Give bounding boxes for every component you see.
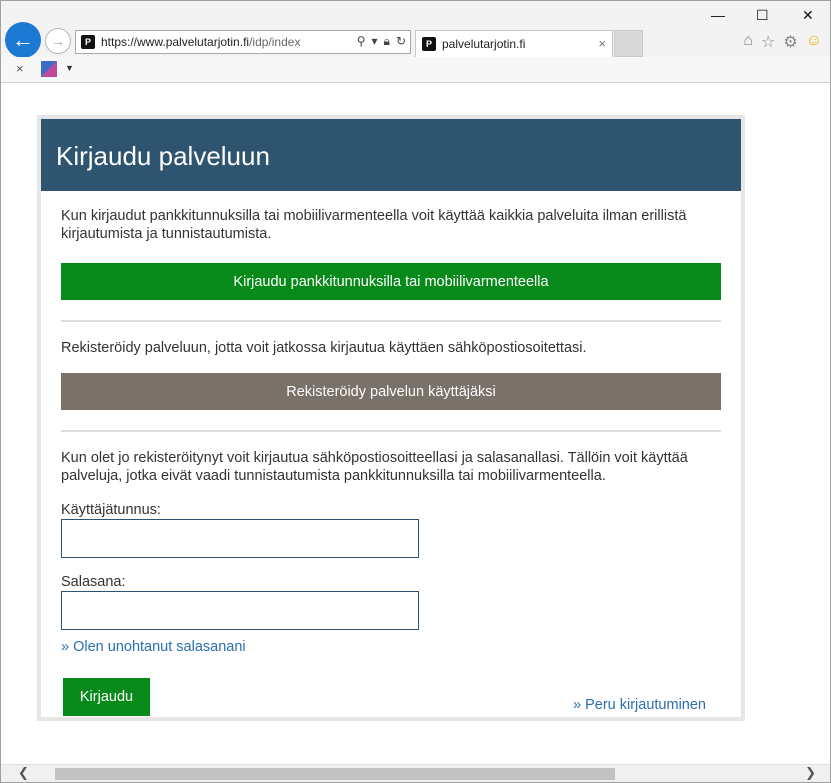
refresh-icon[interactable]: ↻ [396,34,406,49]
bank-login-button[interactable]: Kirjaudu pankkitunnuksilla tai mobiiliva… [61,263,721,300]
forward-button[interactable]: → [45,28,71,54]
intro-text: Kun kirjaudut pankkitunnuksilla tai mobi… [61,208,687,242]
divider [61,430,721,432]
browser-window: — ☐ ✕ ← → P https://www.palvelutarjotin.… [0,0,831,783]
gear-icon[interactable]: ⚙ [783,32,797,52]
new-tab-button[interactable] [614,30,643,57]
divider [61,320,721,322]
login-button[interactable]: Kirjaudu [63,678,150,716]
site-favicon-icon: P [81,35,95,49]
page-title: Kirjaudu palveluun [41,119,741,191]
page-content: Kirjaudu palveluun Kun kirjaudut pankkit… [1,84,830,764]
back-button[interactable]: ← [5,22,41,58]
close-window-button[interactable]: ✕ [802,7,814,24]
tab-close-icon[interactable]: × [598,36,606,51]
register-text: Rekisteröidy palveluun, jotta voit jatko… [61,340,587,356]
maximize-button[interactable]: ☐ [756,7,769,24]
scroll-right-icon[interactable]: ❯ [805,765,816,781]
url-host: https://www.palvelutarjotin.fi [101,35,250,49]
scrollbar-thumb[interactable] [55,768,615,780]
username-input[interactable] [61,519,419,558]
search-icon[interactable]: ⚲ [357,34,366,49]
browser-right-icons: ⌂ ☆ ⚙ ☺ [743,32,822,52]
smiley-icon[interactable]: ☺ [806,32,822,52]
register-button[interactable]: Rekisteröidy palvelun käyttäjäksi [61,373,721,410]
username-label: Käyttäjätunnus: [61,502,161,518]
horizontal-scrollbar[interactable]: ❮ ❯ [1,764,830,782]
url-path: /idp/index [249,35,301,49]
login-text: Kun olet jo rekisteröitynyt voit kirjaut… [61,450,688,484]
address-bar[interactable]: P https://www.palvelutarjotin.fi/idp/ind… [75,30,411,54]
close-icon[interactable]: × [16,61,24,76]
forgot-password-link[interactable]: » Olen unohtanut salasanani [61,638,721,656]
favorites-bar: × ▼ [1,57,830,83]
home-icon[interactable]: ⌂ [743,32,753,52]
action-row: Kirjaudu » Peru kirjautuminen [61,678,721,718]
arrow-left-icon: ← [12,27,34,52]
password-input[interactable] [61,591,419,630]
minimize-button[interactable]: — [711,7,725,23]
dropdown-icon[interactable]: ▾ [372,34,378,49]
tab-title: palvelutarjotin.fi [442,37,526,51]
card-body: Kun kirjaudut pankkitunnuksilla tai mobi… [41,191,741,718]
favorite-site-icon[interactable] [41,61,57,77]
password-label: Salasana: [61,574,126,590]
cancel-login-link[interactable]: » Peru kirjautuminen [573,696,706,714]
star-icon[interactable]: ☆ [761,32,775,52]
tab-palvelutarjotin[interactable]: P palvelutarjotin.fi × [415,30,613,57]
arrow-right-icon: → [51,33,65,49]
chevron-down-icon[interactable]: ▼ [65,63,74,73]
scroll-left-icon[interactable]: ❮ [18,765,29,781]
login-card: Kirjaudu palveluun Kun kirjaudut pankkit… [37,115,745,721]
tab-favicon-icon: P [422,37,436,51]
browser-toolbar: — ☐ ✕ ← → P https://www.palvelutarjotin.… [1,1,830,58]
address-tools: ⚲ ▾ 🔒︎ ↻ [357,34,406,49]
lock-icon[interactable]: 🔒︎ [384,34,390,49]
